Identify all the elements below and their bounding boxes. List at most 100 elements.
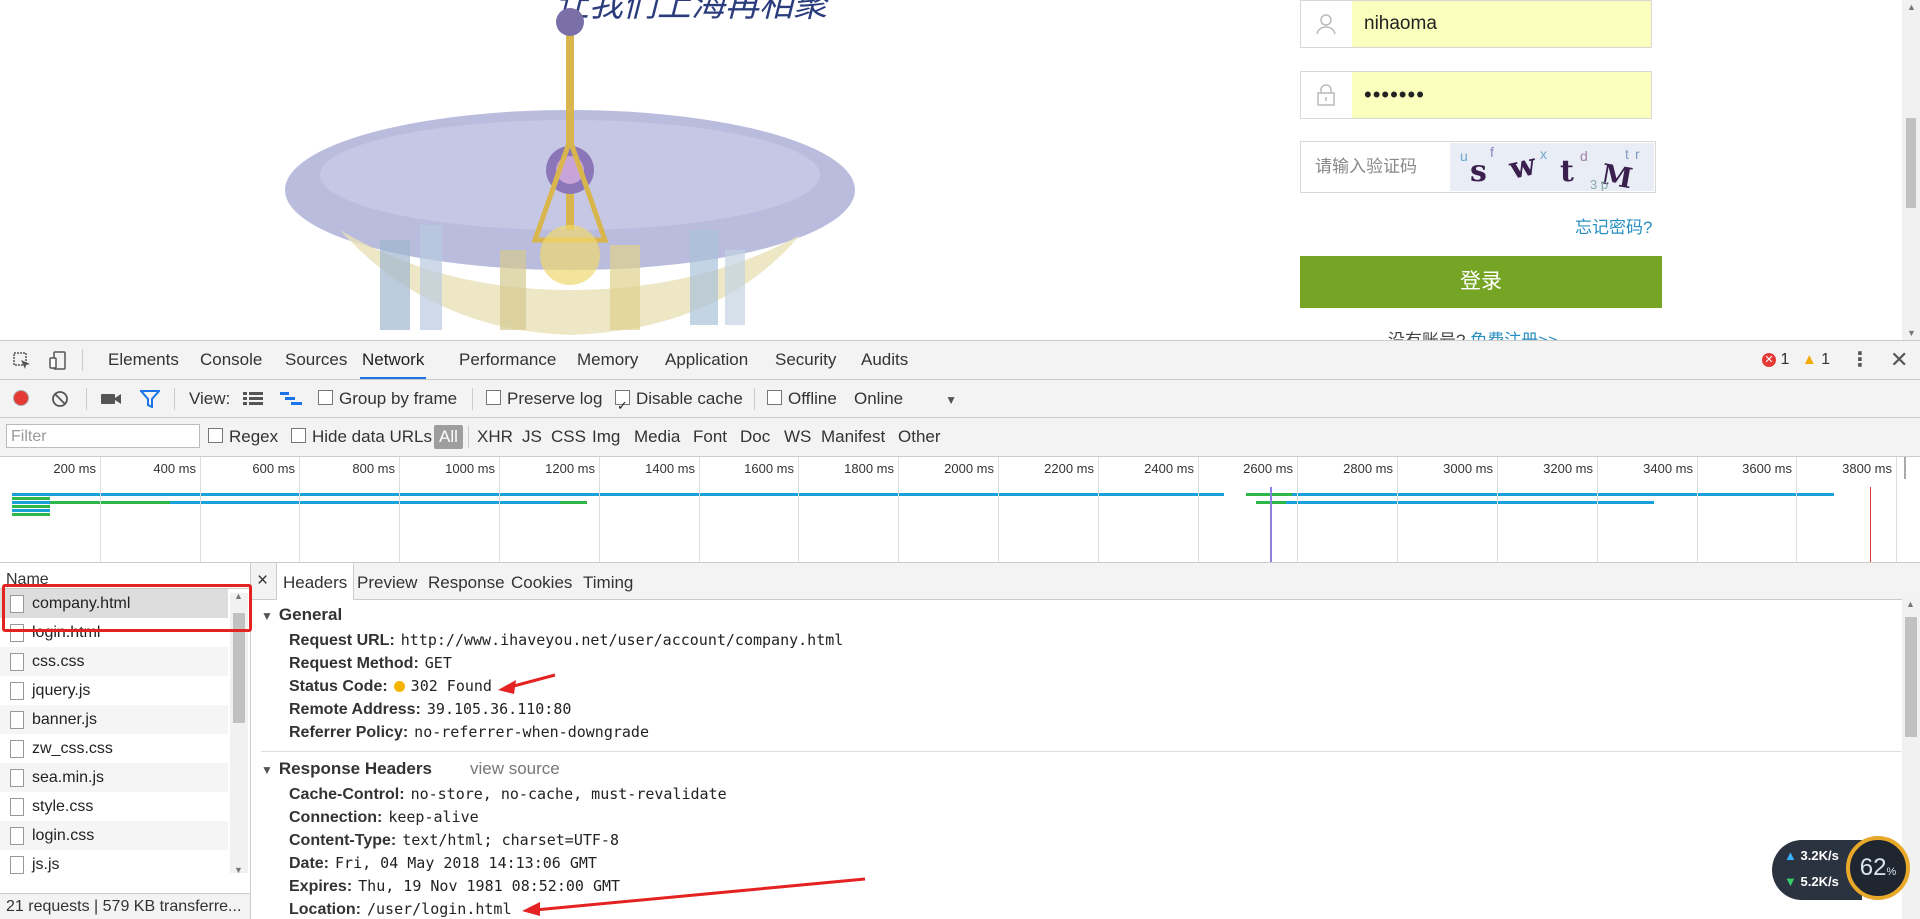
preserve-log-checkbox[interactable]: Preserve log xyxy=(486,380,602,417)
scroll-up-icon[interactable]: ▲ xyxy=(234,591,243,601)
record-icon[interactable] xyxy=(13,390,29,406)
tab-preview[interactable]: Preview xyxy=(357,563,417,599)
captcha-image[interactable]: s w t M u f x d t r 3 p xyxy=(1450,143,1654,191)
tab-headers[interactable]: Headers xyxy=(276,563,355,600)
disable-cache-checkbox[interactable]: Disable cache xyxy=(615,380,743,424)
clear-icon[interactable] xyxy=(51,390,69,408)
svg-text:d: d xyxy=(1580,148,1588,164)
request-row[interactable]: css.css xyxy=(0,647,228,676)
tab-performance[interactable]: Performance xyxy=(459,341,556,379)
filter-type-all[interactable]: All xyxy=(434,425,463,449)
tab-timing[interactable]: Timing xyxy=(583,563,633,599)
requests-scroll-thumb[interactable] xyxy=(233,613,245,723)
page-scroll-thumb[interactable] xyxy=(1906,118,1916,208)
request-name: login.css xyxy=(32,827,95,844)
file-icon xyxy=(10,827,24,845)
file-icon xyxy=(10,595,24,613)
large-rows-icon[interactable] xyxy=(243,392,263,406)
inspect-element-icon[interactable] xyxy=(12,351,32,371)
filter-type-media[interactable]: Media xyxy=(634,418,680,456)
filter-type-xhr[interactable]: XHR xyxy=(477,418,513,456)
request-row[interactable]: banner.js xyxy=(0,705,228,734)
scroll-up-icon[interactable]: ▲ xyxy=(1906,599,1915,609)
request-row[interactable]: style.css xyxy=(0,792,228,821)
timeline-gridline xyxy=(1198,457,1199,562)
filter-type-js[interactable]: JS xyxy=(522,418,542,456)
requests-scrollbar[interactable]: ▲ ▼ xyxy=(230,591,248,875)
filter-type-css[interactable]: CSS xyxy=(551,418,586,456)
filter-type-doc[interactable]: Doc xyxy=(740,418,770,456)
throttling-select[interactable]: Online ▼ xyxy=(854,380,957,419)
close-detail-icon[interactable]: × xyxy=(257,563,268,599)
request-row[interactable]: login.html xyxy=(0,618,228,647)
header-row: Content-Type: text/html; charset=UTF-8 xyxy=(289,831,619,850)
request-row[interactable]: zw_css.css xyxy=(0,734,228,763)
file-icon xyxy=(10,624,24,642)
name-column-header[interactable]: Name xyxy=(0,563,250,589)
screenshot-camera-icon[interactable] xyxy=(100,391,122,407)
tab-console[interactable]: Console xyxy=(200,341,262,379)
hide-data-urls-checkbox[interactable]: Hide data URLs xyxy=(291,418,432,456)
response-headers-section-toggle[interactable]: ▼ Response Headers view source xyxy=(261,759,560,779)
tab-response[interactable]: Response xyxy=(428,563,505,599)
warning-icon: ▲ xyxy=(1801,351,1817,368)
header-row: Referrer Policy: no-referrer-when-downgra… xyxy=(289,723,649,742)
tab-security[interactable]: Security xyxy=(775,341,836,379)
tab-memory[interactable]: Memory xyxy=(577,341,638,379)
tab-application[interactable]: Application xyxy=(665,341,748,379)
scroll-down-icon[interactable]: ▼ xyxy=(1907,328,1916,338)
more-menu-icon[interactable]: ⋮ xyxy=(1850,341,1870,379)
header-value: no-store, no-cache, must-revalidate xyxy=(410,785,727,803)
request-row[interactable]: sea.min.js xyxy=(0,763,228,792)
section-divider xyxy=(261,751,1901,752)
tab-audits[interactable]: Audits xyxy=(861,341,908,379)
device-toolbar-icon[interactable] xyxy=(48,351,68,371)
password-field[interactable]: ••••••• xyxy=(1300,71,1652,119)
forgot-password-link[interactable]: 忘记密码? xyxy=(1575,213,1652,238)
file-icon xyxy=(10,653,24,671)
network-overview-timeline[interactable]: 200 ms 400 ms 600 ms 800 ms 1000 ms 1200 ms 14… xyxy=(0,457,1920,563)
offline-checkbox[interactable]: Offline xyxy=(767,380,837,417)
group-by-frame-checkbox[interactable]: Group by frame xyxy=(318,380,457,417)
login-button[interactable]: 登录 xyxy=(1300,256,1662,308)
tab-sources[interactable]: Sources xyxy=(285,341,347,379)
dom-content-loaded-marker xyxy=(1270,487,1272,562)
filter-type-ws[interactable]: WS xyxy=(784,418,811,456)
password-value[interactable]: ••••••• xyxy=(1352,72,1651,118)
regex-checkbox[interactable]: Regex xyxy=(208,418,278,456)
tab-elements[interactable]: Elements xyxy=(108,341,179,379)
register-link[interactable]: 免费注册>> xyxy=(1470,331,1558,340)
close-devtools-icon[interactable]: ✕ xyxy=(1890,341,1908,379)
waterfall-view-icon[interactable] xyxy=(280,392,302,406)
filter-type-manifest[interactable]: Manifest xyxy=(821,418,885,456)
view-source-link[interactable]: view source xyxy=(470,759,560,778)
general-section-toggle[interactable]: ▼ General xyxy=(261,605,342,625)
load-event-marker xyxy=(1870,487,1871,562)
page-scrollbar[interactable]: ▲ ▼ xyxy=(1902,0,1920,340)
tab-network[interactable]: Network xyxy=(360,341,427,379)
tab-cookies[interactable]: Cookies xyxy=(511,563,572,599)
username-field[interactable]: nihaoma xyxy=(1300,0,1652,48)
filter-input[interactable]: Filter xyxy=(6,424,200,448)
captcha-input[interactable]: 请输入验证码 xyxy=(1315,142,1417,192)
network-speed-widget[interactable]: ▲ 3.2K/s ▼ 5.2K/s 62% xyxy=(1772,836,1912,906)
request-row[interactable]: jquery.js xyxy=(0,676,228,705)
filter-type-font[interactable]: Font xyxy=(693,418,727,456)
request-row[interactable]: js.js xyxy=(0,850,228,879)
filter-type-other[interactable]: Other xyxy=(898,418,941,456)
request-row[interactable]: login.css xyxy=(0,821,228,850)
username-value[interactable]: nihaoma xyxy=(1352,1,1651,47)
header-row: Request Method: GET xyxy=(289,654,452,673)
arrow-up-icon: ▲ xyxy=(1784,848,1797,863)
detail-scroll-thumb[interactable] xyxy=(1905,617,1917,737)
scroll-down-icon[interactable]: ▼ xyxy=(234,865,243,875)
filter-funnel-icon[interactable] xyxy=(140,390,160,408)
header-row-location: Location: /user/login.html xyxy=(289,900,512,919)
request-row-company-html[interactable]: company.html xyxy=(0,589,228,618)
error-counter[interactable]: ✕ 1 ▲ 1 xyxy=(1762,341,1830,379)
captcha-field[interactable]: 请输入验证码 s w t M u f x d t r 3 p xyxy=(1300,141,1656,193)
filter-type-img[interactable]: Img xyxy=(592,418,620,456)
scroll-up-icon[interactable]: ▲ xyxy=(1907,2,1916,12)
timeline-range-handle[interactable] xyxy=(1904,457,1916,479)
waterfall-bar xyxy=(1246,493,1834,496)
